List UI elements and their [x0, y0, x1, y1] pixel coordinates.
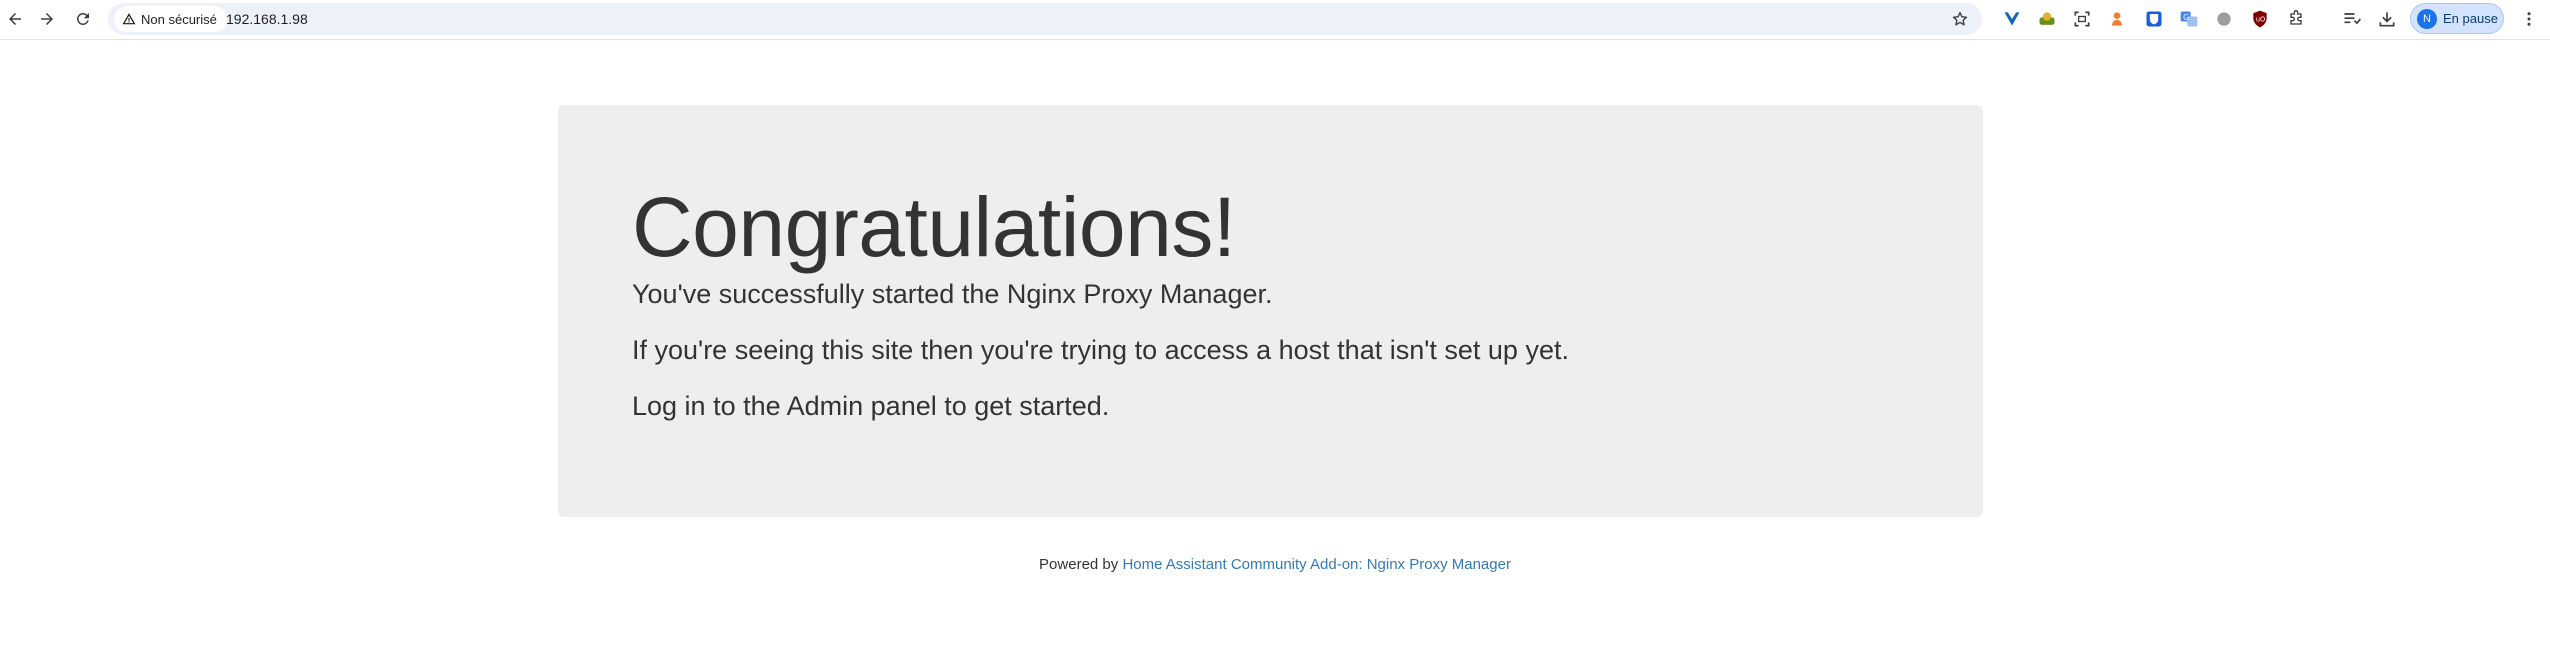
ext-orange-icon[interactable] — [2106, 8, 2128, 30]
arrow-right-icon — [41, 13, 53, 25]
addon-link[interactable]: Home Assistant Community Add-on: Nginx P… — [1122, 556, 1511, 573]
browser-menu-button[interactable] — [2516, 6, 2542, 32]
translate-icon[interactable]: G — [2178, 8, 2200, 30]
extensions-puzzle-icon[interactable] — [2285, 8, 2307, 30]
ublock-icon[interactable]: uO — [2249, 8, 2271, 30]
login-instruction: Log in to the Admin panel to get started… — [632, 391, 1110, 421]
browser-toolbar: Non sécurisé 192.168.1.98 G uO N En paus… — [0, 0, 2550, 40]
profile-status-label: En pause — [2443, 11, 2498, 26]
ext-grey-circle-icon[interactable] — [2213, 8, 2235, 30]
page-title: Congratulations! — [632, 180, 1236, 274]
kebab-menu-icon — [2527, 12, 2531, 26]
address-bar[interactable]: Non sécurisé 192.168.1.98 — [108, 3, 1982, 35]
downloads-icon[interactable] — [2376, 8, 2398, 30]
forward-button[interactable] — [32, 4, 62, 34]
ext-green-icon[interactable] — [2036, 8, 2058, 30]
host-not-setup-message: If you're seeing this site then you're t… — [632, 335, 1569, 365]
svg-text:uO: uO — [2256, 16, 2265, 24]
profile-button[interactable]: N En pause — [2410, 3, 2504, 34]
vue-devtools-icon[interactable] — [2001, 8, 2023, 30]
bookmark-button[interactable] — [1948, 7, 1972, 31]
url-text[interactable]: 192.168.1.98 — [226, 11, 308, 27]
footer-prefix: Powered by — [1039, 556, 1123, 573]
footer: Powered by Home Assistant Community Add-… — [0, 556, 2550, 573]
security-label: Non sécurisé — [141, 11, 217, 27]
back-button[interactable] — [0, 4, 30, 34]
arrow-left-icon — [9, 13, 21, 25]
reload-icon — [76, 12, 89, 25]
svg-text:G: G — [2183, 13, 2189, 22]
avatar: N — [2417, 8, 2437, 29]
reading-list-icon[interactable] — [2341, 8, 2363, 30]
screenshot-icon[interactable] — [2071, 8, 2093, 30]
welcome-panel: Congratulations! You've successfully sta… — [558, 105, 1983, 517]
warning-triangle-icon — [122, 13, 136, 25]
star-icon — [1952, 11, 1968, 26]
bitwarden-icon[interactable] — [2143, 8, 2165, 30]
security-indicator[interactable]: Non sécurisé — [114, 6, 227, 32]
success-message: You've successfully started the Nginx Pr… — [632, 279, 1273, 309]
reload-button[interactable] — [68, 4, 98, 34]
